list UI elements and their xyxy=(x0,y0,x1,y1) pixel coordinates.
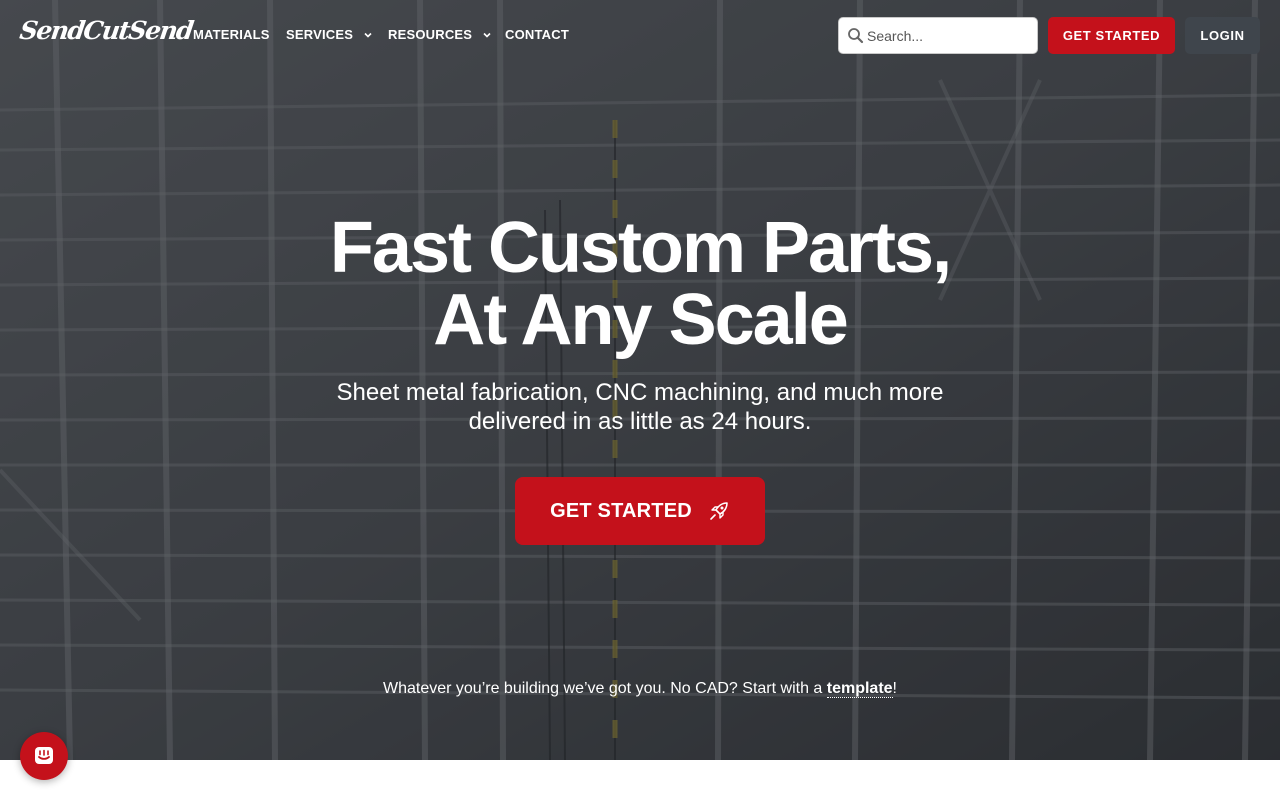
tagline-suffix: ! xyxy=(892,680,897,697)
search-icon xyxy=(848,28,864,44)
chevron-down-icon xyxy=(483,32,491,38)
hero-get-started-button[interactable]: GET STARTED xyxy=(515,477,765,545)
nav-item-label: MATERIALS xyxy=(193,27,270,42)
nav-item-resources[interactable]: RESOURCES xyxy=(388,27,492,42)
hero-headline: Fast Custom Parts, At Any Scale xyxy=(0,212,1280,356)
nav-item-services[interactable]: SERVICES xyxy=(286,27,373,42)
hero-subheadline-line: Sheet metal fabrication, CNC machining, … xyxy=(336,379,944,406)
hero-subheadline: Sheet metal fabrication, CNC machining, … xyxy=(0,378,1280,436)
sendcutsend-logo[interactable]: SendCutSend xyxy=(18,16,194,45)
search-box[interactable] xyxy=(838,17,1038,54)
nav-item-materials[interactable]: MATERIALS xyxy=(193,27,270,42)
login-button[interactable]: LOGIN xyxy=(1185,17,1260,54)
chat-widget-button[interactable] xyxy=(20,732,68,780)
search-input[interactable] xyxy=(867,27,1027,44)
top-navigation: SendCutSend MATERIALS SERVICES RESOURCES… xyxy=(0,0,1280,70)
hero-headline-line: Fast Custom Parts, xyxy=(329,208,952,288)
nav-item-label: CONTACT xyxy=(505,27,569,42)
chat-icon xyxy=(35,747,53,764)
hero-headline-line: At Any Scale xyxy=(433,280,848,360)
chevron-down-icon xyxy=(364,32,372,38)
rocket-icon xyxy=(710,502,728,520)
nav-item-label: SERVICES xyxy=(286,27,354,42)
template-link[interactable]: template xyxy=(826,680,893,698)
nav-item-label: RESOURCES xyxy=(388,27,473,42)
hero-cta-label: GET STARTED xyxy=(550,499,692,522)
tagline-text: Whatever you’re building we’ve got you. … xyxy=(382,680,827,697)
hero-tagline: Whatever you’re building we’ve got you. … xyxy=(0,680,1280,698)
nav-item-contact[interactable]: CONTACT xyxy=(505,27,569,42)
get-started-button[interactable]: GET STARTED xyxy=(1048,17,1175,54)
hero-subheadline-line: delivered in as little as 24 hours. xyxy=(468,408,812,435)
